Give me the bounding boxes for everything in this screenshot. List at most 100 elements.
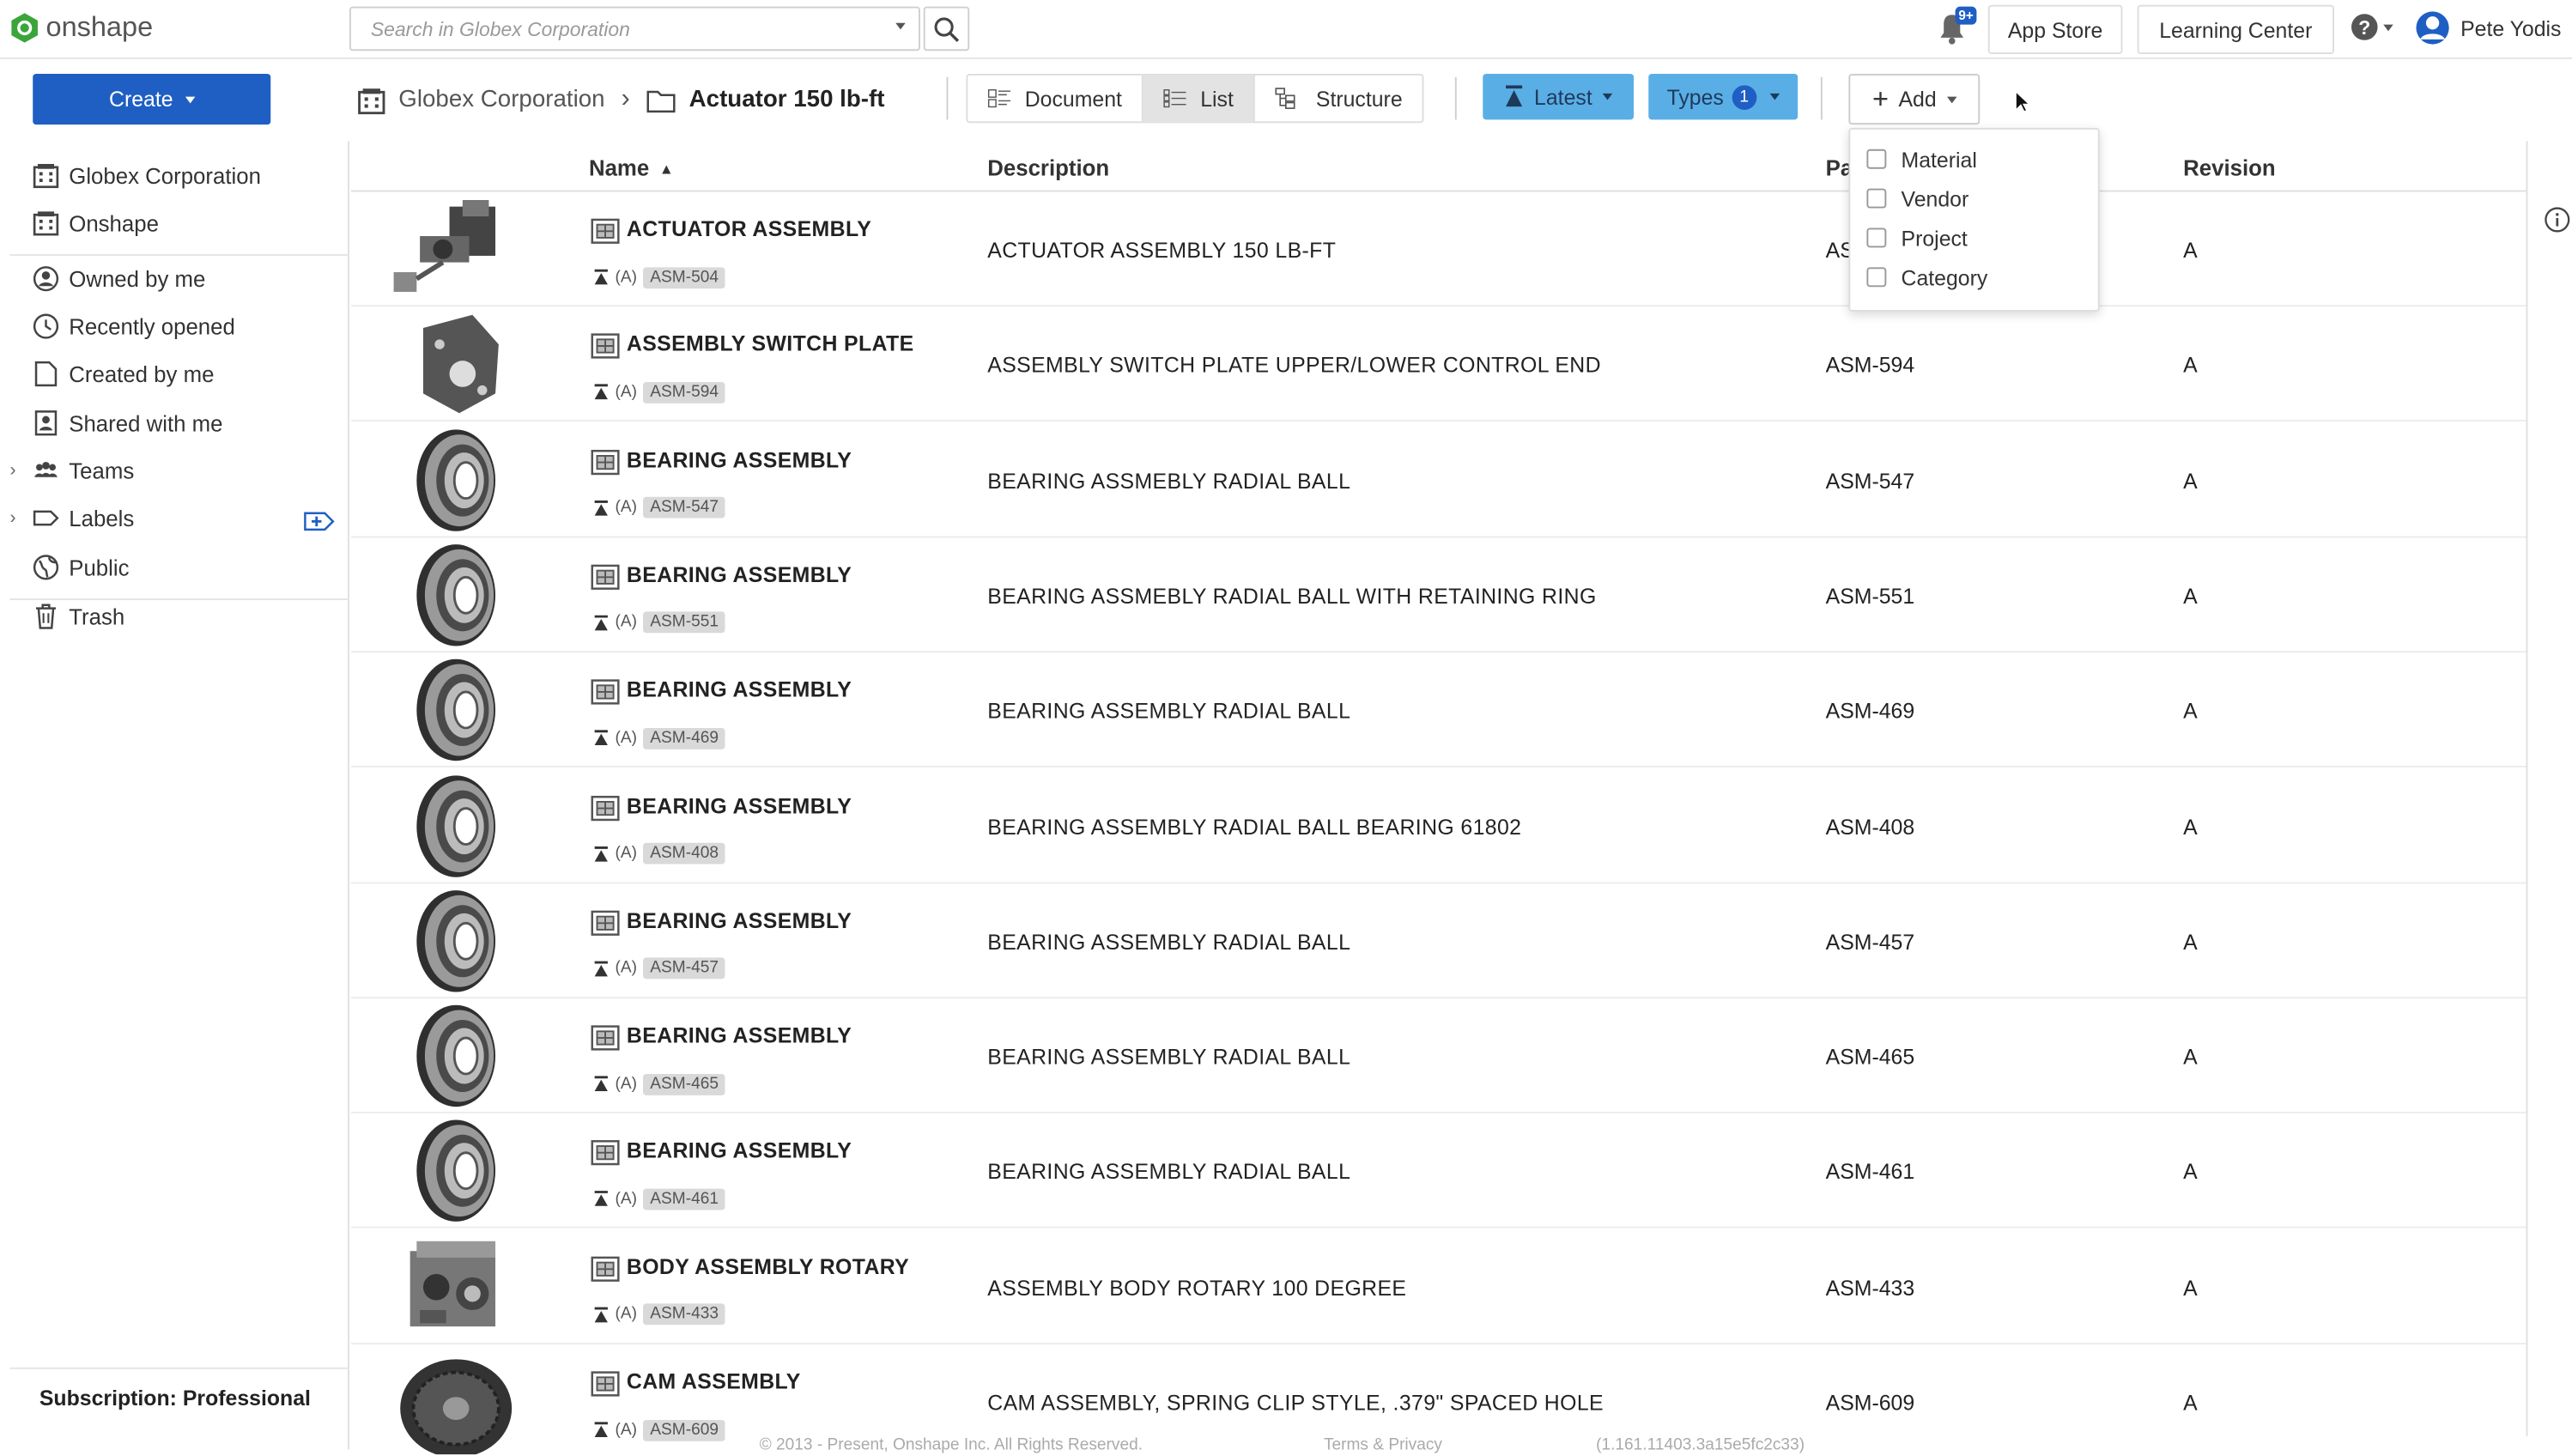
sidebar-item-globex-corporation[interactable]: Globex Corporation [33,155,261,195]
sidebar-item-labels[interactable]: Labels [33,499,134,538]
divider [9,254,349,256]
row-name[interactable]: BODY ASSEMBLY ROTARY [627,1253,909,1278]
chevron-right-icon[interactable]: › [9,508,15,528]
sort-ascending-icon: ▲ [658,160,674,177]
footer-terms-link[interactable]: Terms & Privacy [1324,1436,1442,1454]
table-row[interactable]: BEARING ASSEMBLY (A) ASM-465 BEARING ASSEMB… [350,998,2527,1114]
sidebar-item-trash[interactable]: Trash [33,597,124,636]
search-scope-caret-icon[interactable] [895,22,906,30]
view-document-button[interactable]: Document [968,75,1143,122]
column-header-description[interactable]: Description [987,155,1109,180]
sidebar: Globex Corporation Onshape Owned by me R… [0,141,349,1450]
table-row[interactable]: BEARING ASSEMBLY (A) ASM-457 BEARING ASSEMB… [350,883,2527,998]
subscription-label: Subscription: Professional [39,1385,311,1410]
checkbox[interactable] [1866,149,1887,169]
part-thumbnail[interactable] [387,1004,525,1108]
add-label-icon[interactable] [303,510,336,533]
sidebar-item-teams[interactable]: Teams [33,451,134,490]
column-header-revision[interactable]: Revision [2183,155,2276,180]
table-row[interactable]: BEARING ASSEMBLY (A) ASM-551 BEARING ASSMEB… [350,537,2527,652]
row-revision: A [2183,814,2198,839]
row-description: ASSEMBLY SWITCH PLATE UPPER/LOWER CONTRO… [987,353,1601,378]
sidebar-item-recently-opened[interactable]: Recently opened [33,306,235,346]
table-row[interactable]: BEARING ASSEMBLY (A) ASM-408 BEARING ASSEMB… [350,768,2527,883]
row-name[interactable]: ASSEMBLY SWITCH PLATE [627,331,914,356]
part-thumbnail[interactable] [387,889,525,993]
sidebar-item-label: Teams [69,458,135,483]
row-revision: A [2183,1390,2198,1416]
view-list-label: List [1200,86,1234,111]
row-name[interactable]: BEARING ASSEMBLY [627,677,852,702]
breadcrumb-org[interactable]: Globex Corporation [398,87,604,113]
menu-item-material[interactable]: Material [1866,143,1977,175]
add-filter-button[interactable]: + Add [1848,73,1981,125]
menu-item-project[interactable]: Project [1866,221,1968,254]
row-revision: A [2183,1275,2198,1300]
sidebar-item-created-by-me[interactable]: Created by me [33,355,214,394]
row-name[interactable]: CAM ASSEMBLY [627,1369,801,1394]
row-part-tag: ASM-465 [643,1073,725,1095]
row-revision: A [2183,583,2198,609]
menu-item-category[interactable]: Category [1866,261,1987,294]
table-row[interactable]: BEARING ASSEMBLY (A) ASM-547 BEARING ASSMEB… [350,422,2527,537]
types-filter-button[interactable]: Types 1 [1648,73,1799,120]
learning-center-button[interactable]: Learning Center [2137,4,2334,55]
divider [1820,76,1823,120]
view-structure-button[interactable]: Structure [1255,76,1422,121]
mouse-cursor-icon [2015,90,2031,112]
row-part-number: ASM-469 [1825,698,1915,724]
create-button[interactable]: Create [33,73,271,125]
chevron-right-icon[interactable]: › [9,461,15,481]
row-part-tag: ASM-594 [643,381,725,403]
sidebar-item-label: Public [69,555,130,580]
row-description: BEARING ASSEMBLY RADIAL BALL [987,929,1351,955]
team-icon [34,462,58,477]
sidebar-item-owned-by-me[interactable]: Owned by me [33,259,205,299]
part-thumbnail[interactable] [387,428,525,532]
row-name[interactable]: BEARING ASSEMBLY [627,447,852,472]
row-name[interactable]: ACTUATOR ASSEMBLY [627,216,871,241]
part-thumbnail[interactable] [387,1235,525,1339]
sidebar-item-onshape[interactable]: Onshape [33,203,159,243]
table-row[interactable]: ACTUATOR ASSEMBLY (A) ASM-504 ACTUATOR ASSE… [350,191,2527,307]
info-icon[interactable] [2545,207,2571,234]
table-row[interactable]: BEARING ASSEMBLY (A) ASM-461 BEARING ASSEMB… [350,1114,2527,1229]
row-name[interactable]: BEARING ASSEMBLY [627,1023,852,1048]
app-store-button[interactable]: App Store [1987,4,2123,55]
part-thumbnail[interactable] [387,197,525,301]
column-header-name[interactable]: Name ▲ [589,155,674,180]
document-view-icon [987,89,1011,108]
search-button[interactable] [923,6,970,52]
latest-label: Latest [1534,84,1592,110]
checkbox[interactable] [1866,188,1887,209]
latest-filter-button[interactable]: Latest [1483,73,1635,120]
part-thumbnail[interactable] [387,312,525,416]
checkbox[interactable] [1866,267,1887,288]
table-row[interactable]: BEARING ASSEMBLY (A) ASM-469 BEARING ASSEMB… [350,653,2527,768]
menu-item-vendor[interactable]: Vendor [1866,182,1968,215]
view-list-button[interactable]: List [1143,75,1255,122]
table-row[interactable]: BODY ASSEMBLY ROTARY (A) ASM-433 ASSEMBLY B… [350,1229,2527,1344]
help-menu[interactable]: ? [2351,13,2393,40]
row-name[interactable]: BEARING ASSEMBLY [627,562,852,587]
part-thumbnail[interactable] [387,774,525,878]
sidebar-item-public[interactable]: Public [33,548,130,587]
assembly-document-icon [591,1371,620,1397]
row-name[interactable]: BEARING ASSEMBLY [627,792,852,817]
row-description: BEARING ASSEMBLY RADIAL BALL [987,698,1351,724]
row-part-number: ASM-594 [1825,353,1915,378]
row-name[interactable]: BEARING ASSEMBLY [627,908,852,933]
part-thumbnail[interactable] [387,543,525,647]
search-input[interactable]: Search in Globex Corporation [349,6,920,52]
sidebar-item-shared-with-me[interactable]: Shared with me [33,403,222,443]
row-version: (A) ASM-461 [594,1186,725,1213]
checkbox[interactable] [1866,228,1887,248]
onshape-logo-icon [11,13,38,43]
part-thumbnail[interactable] [387,658,525,762]
onshape-logo[interactable]: onshape [9,9,153,46]
part-thumbnail[interactable] [387,1119,525,1223]
row-name[interactable]: BEARING ASSEMBLY [627,1138,852,1163]
table-row[interactable]: ASSEMBLY SWITCH PLATE (A) ASM-594 ASSEMBLY … [350,307,2527,422]
user-menu[interactable]: Pete Yodis [2415,9,2561,46]
row-revision-tag: (A) [615,1190,638,1209]
